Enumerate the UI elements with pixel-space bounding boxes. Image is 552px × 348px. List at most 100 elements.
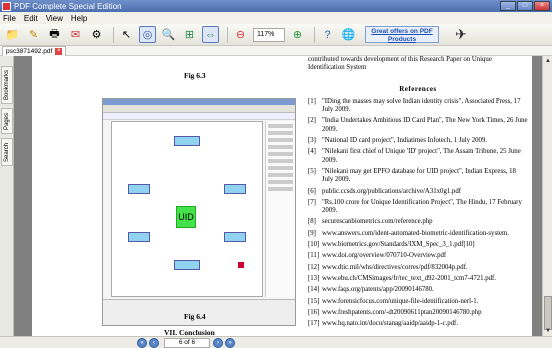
reference-number: [15] [308,297,320,305]
status-bar: « ‹ 6 of 6 › » [0,336,552,348]
document-viewer[interactable]: Fig 6.3 UID Fig 6.4 VII. Conclusion cont… [14,56,542,336]
close-button[interactable]: × [534,1,550,11]
app-icon [2,1,11,11]
zoom-level-select[interactable]: 117% [253,27,285,42]
fit-width-icon[interactable]: ⇔ [202,26,219,43]
sidebar-tab-bookmarks[interactable]: Bookmarks [1,66,13,104]
reference-item: [7] "Rs.100 crore for Unique Identificati… [308,199,528,216]
menu-file[interactable]: File [3,14,16,23]
reference-text: www.faqs.org/patents/app/20090146780. [322,286,434,294]
reference-text: www.answers.com/ident-automated-biometri… [322,229,509,237]
page-number-field[interactable]: 6 of 6 [164,338,210,348]
tab-document[interactable]: psc3871492.pdf × [2,46,67,56]
maximize-button[interactable]: □ [517,1,533,11]
reference-text: "Rs.100 crore for Unique Identification … [322,198,522,215]
separator [113,26,114,43]
reference-number: [9] [308,229,316,237]
diagram-node [224,232,246,242]
close-tab-icon[interactable]: × [55,48,63,55]
settings-icon[interactable]: ⚙ [88,26,105,43]
reference-number: [8] [308,218,316,226]
select-cursor-icon[interactable]: ↖ [118,26,135,43]
references-column: contributed towards development of this … [308,56,528,331]
email-icon[interactable]: ✉ [67,26,84,43]
last-page-icon[interactable]: » [225,338,235,348]
screenshot-canvas: UID [111,121,263,297]
diagram-node [128,184,150,194]
reference-item: [11] www.doi.org/overview/070710-Overview… [308,252,528,260]
window-controls: _ □ × [500,1,550,11]
selection-marker [238,262,244,268]
sidebar-tab-pages[interactable]: Pages [1,108,13,134]
reference-text: securescanbiometrics.com/reference.php [322,218,433,226]
reference-number: [5] [308,167,316,175]
reference-text: "Nilekani may get EPFO database for UID … [322,167,516,184]
reference-text: www.hq.nato.int/docu/stanag/aaidp/aaidp-… [322,320,459,328]
great-offers-link[interactable]: Great offers on PDF Products [365,26,439,43]
figure-caption: Fig 6.4 [184,312,206,321]
help-icon[interactable]: ? [319,26,336,43]
screenshot-menu [103,113,295,120]
next-page-icon[interactable]: › [213,338,223,348]
reference-text: www.doi.org/overview/070710-Overview.pdf [322,252,447,260]
edit-icon[interactable]: ✎ [25,26,42,43]
menu-view[interactable]: View [46,14,63,23]
reference-item: [15] www.forensicfocus.com/unique-file-id… [308,298,528,306]
pdf-page: Fig 6.3 UID Fig 6.4 VII. Conclusion cont… [32,56,532,336]
reference-item: [6] public.ccsds.org/publications/archive… [308,188,528,196]
references-heading: References [399,84,437,93]
separator [314,26,315,43]
scroll-up-icon[interactable]: ▲ [544,57,552,65]
reference-number: [17] [308,320,320,328]
minimize-button[interactable]: _ [500,1,516,11]
window-title: PDF Complete Special Edition [14,1,122,11]
title-bar: PDF Complete Special Edition _ □ × [0,0,552,12]
uid-node: UID [176,206,196,228]
reference-number: [11] [308,252,320,260]
first-page-icon[interactable]: « [137,338,147,348]
reference-item: [12] www.dtic.mil/whs/directives/corres/p… [308,264,528,272]
zoom-in-icon[interactable]: ⊕ [289,26,306,43]
globe-icon[interactable]: 🌐 [340,26,357,43]
reference-item: [4] "Nilekani first chief of Unique 'ID' … [308,148,528,165]
bird-logo-icon: ✈ [455,26,467,42]
print-icon[interactable]: 🖶 [46,26,63,43]
zoom-out-icon[interactable]: ⊖ [232,26,249,43]
reference-text: "National ID card project", Indiatimes I… [322,137,488,145]
figure-screenshot: UID [102,98,296,326]
open-folder-icon[interactable]: 📁 [4,26,21,43]
screenshot-panel [265,121,295,297]
reference-item: [5] "Nilekani may get EPFO database for U… [308,168,528,185]
pan-tool-icon[interactable]: ◎ [139,26,156,43]
previous-page-icon[interactable]: ‹ [149,338,159,348]
zoom-tool-icon[interactable]: 🔍 [160,26,177,43]
figure-caption: Fig 6.3 [184,71,206,80]
fit-page-icon[interactable]: ⊞ [181,26,198,43]
menu-help[interactable]: Help [71,14,87,23]
section-heading: VII. Conclusion [164,328,215,336]
reference-item: [13] www.ebu.ch/CMSimages/fr/tec_text_d92… [308,275,528,283]
reference-item: [1] "IDing the masses may solve Indian id… [308,98,528,115]
scrollbar-thumb[interactable] [544,296,552,330]
reference-number: [13] [308,274,320,282]
reference-number: [4] [308,148,316,156]
toolbar: 📁 ✎ 🖶 ✉ ⚙ ↖ ◎ 🔍 ⊞ ⇔ ⊖ 117% ⊕ ? 🌐 Great o… [0,24,552,46]
scroll-down-icon[interactable]: ▼ [544,327,552,335]
reference-item: [8] securescanbiometrics.com/reference.ph… [308,218,528,226]
menu-bar: File Edit View Help [0,12,552,24]
left-sidebar: Bookmarks Pages Search [0,56,14,336]
reference-item: [9] www.answers.com/ident-automated-biome… [308,230,528,238]
sidebar-tab-search[interactable]: Search [1,138,13,166]
reference-text: "India Undertakes Ambitious ID Card Plan… [322,117,528,133]
screenshot-toolbar [103,105,295,113]
reference-number: [16] [308,308,320,316]
reference-text: "Nilekani first chief of Unique 'ID' pro… [322,148,521,164]
diagram-node [224,184,246,194]
reference-text: public.ccsds.org/publications/archive/A3… [322,187,461,195]
reference-item: [17] www.hq.nato.int/docu/stanag/aaidp/aa… [308,320,528,328]
reference-text: "IDing the masses may solve Indian ident… [322,97,521,114]
vertical-scrollbar[interactable]: ▲ ▼ [542,56,552,336]
reference-number: [14] [308,286,320,294]
reference-item: [2] "India Undertakes Ambitious ID Card P… [308,117,528,134]
menu-edit[interactable]: Edit [24,14,38,23]
